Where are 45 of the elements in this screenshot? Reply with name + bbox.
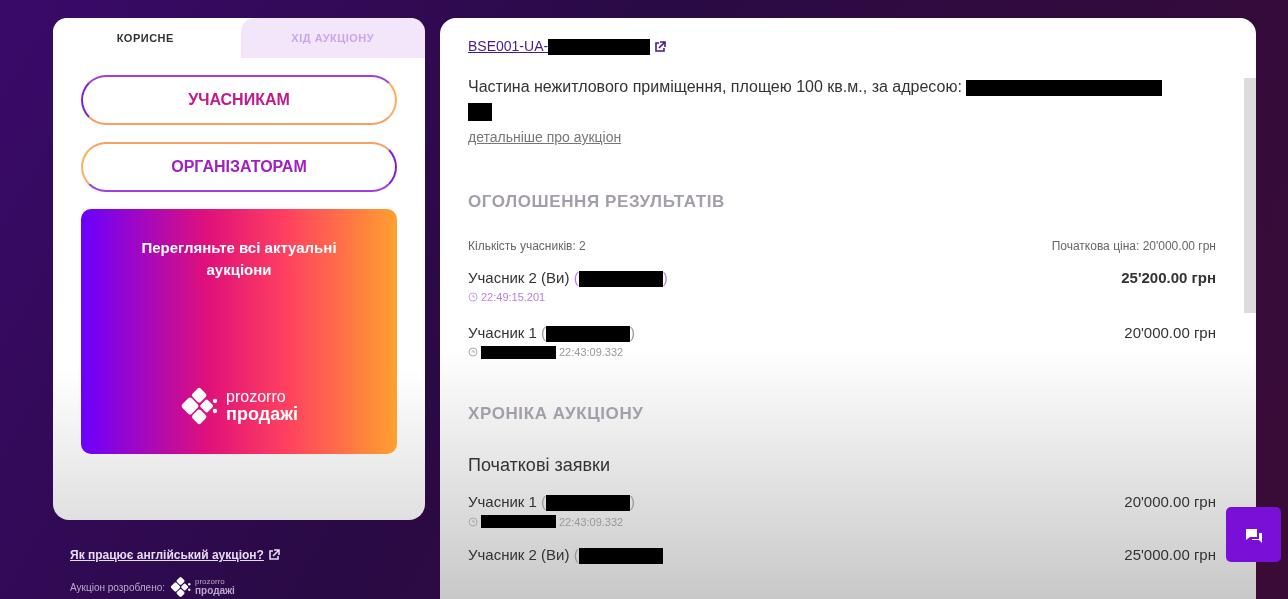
clock-icon [468, 347, 478, 358]
scrollbar-thumb[interactable] [1244, 78, 1256, 313]
parenthesis: ( [541, 323, 547, 341]
parenthesis: ( [541, 493, 547, 510]
bid-amount: 20'000.00 грн [1124, 492, 1216, 512]
start-price: Початкова ціна: 20'000.00 грн [1051, 237, 1216, 255]
logo-icon [170, 576, 192, 598]
logo-text: prozorro [195, 578, 225, 586]
bid-amount: 20'000.00 грн [1124, 322, 1216, 343]
logo-text: prozorro [226, 388, 287, 405]
credit-label: Аукціон розроблено: [70, 580, 165, 595]
bid-time: 22:43:09.332 [559, 345, 624, 360]
bidder-name: Учасник 2 (Ви) [468, 546, 570, 563]
bid-amount: 25'000.00 грн [1124, 545, 1216, 565]
bidder-name: Учасник 2 (Ви) [468, 268, 570, 286]
bidder-name: Учасник 1 [468, 493, 537, 510]
auction-id-link[interactable]: BSE001-UA- [468, 36, 549, 57]
logo-text: продажі [226, 404, 298, 423]
parenthesis: ( [573, 546, 579, 563]
role-button[interactable]: ОРГАНІЗАТОРАМ [81, 142, 397, 192]
parenthesis: ) [630, 493, 636, 510]
bid-time: 22:49:15.201 [481, 290, 546, 305]
external-link-icon [267, 549, 280, 561]
external-link-icon [654, 40, 667, 53]
logo-text: продажі [195, 586, 235, 596]
clock-icon [468, 516, 478, 527]
clock-icon [468, 292, 478, 303]
description-text: Частина нежитлового приміщення, площею 100 кв.м., за адресою: [468, 78, 962, 95]
promo-banner[interactable]: Перегляньте всі актуальні аукціони prozorro продажі [81, 209, 397, 454]
bidder-name: Учасник 1 [468, 323, 537, 341]
participants-count: Кількість учасників: 2 [468, 237, 586, 255]
bid-amount: 25'200.00 грн [1121, 267, 1216, 288]
chat-button[interactable] [1226, 507, 1281, 562]
parenthesis: ( [573, 268, 579, 286]
parenthesis: ) [662, 268, 668, 286]
subsection-title: Початкові заявки [468, 454, 611, 477]
details-link[interactable]: детальніше про аукціон [468, 127, 622, 148]
role-button[interactable]: УЧАСНИКАМ [81, 75, 397, 125]
redaction-bar [468, 102, 492, 121]
help-link[interactable]: Як працює англійський аукціон? [70, 546, 264, 564]
section-title: ОГОЛОШЕННЯ РЕЗУЛЬТАТІВ [468, 191, 726, 213]
bid-time: 22:43:09.332 [559, 514, 624, 530]
parenthesis: ) [630, 323, 636, 341]
promo-text: Перегляньте всі актуальні аукціони [140, 238, 338, 280]
section-title: ХРОНІКА АУКЦІОНУ [468, 402, 645, 425]
